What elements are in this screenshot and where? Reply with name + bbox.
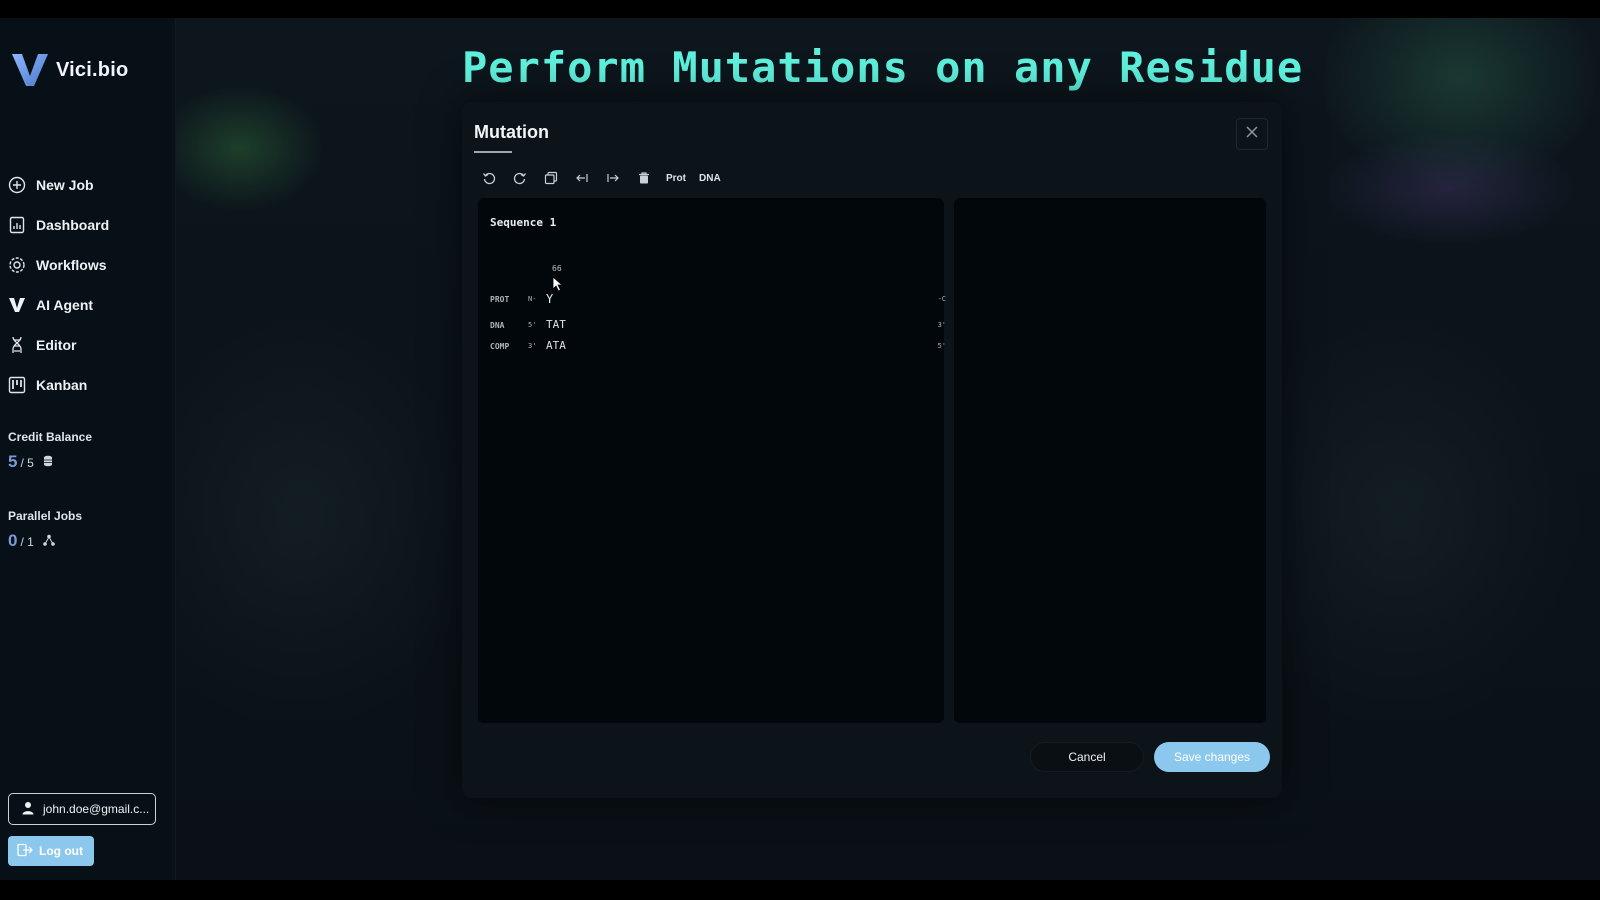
- prot-toggle[interactable]: Prot: [666, 173, 686, 184]
- logout-icon: [17, 843, 33, 860]
- sidebar: Vici.bio New Job Dashboard Workflows AI …: [0, 18, 176, 880]
- insert-right-icon[interactable]: [604, 169, 622, 187]
- sidebar-item-new-job[interactable]: New Job: [8, 165, 109, 205]
- detail-panel: [954, 198, 1266, 723]
- sidebar-item-workflows[interactable]: Workflows: [8, 245, 109, 285]
- sidebar-item-kanban[interactable]: Kanban: [8, 365, 109, 405]
- brand-name: Vici.bio: [56, 58, 129, 81]
- sidebar-item-label: Kanban: [36, 377, 88, 393]
- kanban-board-icon: [8, 376, 26, 394]
- comp-row: COMP 3' ATA 5': [490, 339, 946, 353]
- v-agent-icon: [8, 296, 26, 314]
- credit-total: / 5: [20, 456, 34, 470]
- credit-balance: Credit Balance 5 / 5: [8, 430, 92, 472]
- dna-row: DNA 5' TAT 3': [490, 318, 946, 332]
- row-end: 5': [937, 342, 946, 350]
- dna-toggle[interactable]: DNA: [699, 173, 721, 184]
- brand[interactable]: Vici.bio: [10, 52, 128, 88]
- sidebar-item-label: Workflows: [36, 257, 107, 273]
- v-logo-icon: [10, 52, 50, 88]
- page-headline: Perform Mutations on any Residue: [462, 43, 1304, 92]
- sequence-viewer[interactable]: Sequence 1 66 PROT N- Y -C DNA 5' TAT 3'…: [478, 198, 946, 723]
- redo-icon[interactable]: [511, 169, 529, 187]
- title-underline: [474, 151, 512, 153]
- parallel-value: 0: [8, 531, 18, 550]
- parallel-jobs-label: Parallel Jobs: [8, 509, 83, 523]
- residue-position: 66: [552, 264, 562, 273]
- dna-helix-icon: [8, 336, 26, 354]
- sequence-title: Sequence 1: [490, 216, 557, 229]
- copy-icon[interactable]: [542, 169, 560, 187]
- user-icon: [21, 801, 35, 818]
- codon-cell[interactable]: TAT: [546, 318, 566, 331]
- row-label: COMP: [490, 342, 510, 351]
- sidebar-item-label: Editor: [36, 337, 77, 353]
- row-end: 3': [937, 321, 946, 329]
- network-icon: [43, 534, 55, 549]
- trash-icon[interactable]: [635, 169, 653, 187]
- sidebar-nav: New Job Dashboard Workflows AI Agent Edi…: [8, 165, 109, 405]
- mouse-cursor-icon: [552, 276, 564, 297]
- cancel-button[interactable]: Cancel: [1030, 742, 1144, 772]
- user-account-button[interactable]: john.doe@gmail.c...: [8, 793, 156, 825]
- coin-stack-icon: [43, 455, 53, 470]
- row-start: 3': [528, 342, 537, 350]
- parallel-jobs: Parallel Jobs 0 / 1: [8, 509, 82, 551]
- chart-doc-icon: [8, 216, 26, 234]
- save-changes-button[interactable]: Save changes: [1154, 742, 1270, 772]
- close-button[interactable]: [1236, 118, 1268, 150]
- sidebar-item-label: Dashboard: [36, 217, 110, 233]
- sidebar-item-label: New Job: [36, 177, 94, 193]
- codon-cell[interactable]: ATA: [546, 339, 566, 352]
- sidebar-item-ai-agent[interactable]: AI Agent: [8, 285, 109, 325]
- plus-circle-icon: [8, 176, 26, 194]
- credit-balance-label: Credit Balance: [8, 430, 93, 444]
- app-window: Vici.bio New Job Dashboard Workflows AI …: [0, 18, 1600, 880]
- sidebar-item-label: AI Agent: [36, 297, 94, 313]
- close-icon: [1245, 125, 1259, 144]
- row-end: -C: [937, 295, 946, 303]
- sidebar-item-editor[interactable]: Editor: [8, 325, 109, 365]
- row-start: 5': [528, 321, 537, 329]
- editor-toolbar: Prot DNA: [480, 168, 721, 188]
- credit-value: 5: [8, 452, 18, 471]
- logout-button[interactable]: Log out: [8, 836, 94, 866]
- row-start: N-: [528, 295, 537, 303]
- row-label: PROT: [490, 295, 510, 304]
- insert-left-icon[interactable]: [573, 169, 591, 187]
- undo-icon[interactable]: [480, 169, 498, 187]
- row-label: DNA: [490, 321, 505, 330]
- workflow-gear-icon: [8, 256, 26, 274]
- parallel-jobs-value: 0 / 1: [8, 531, 82, 551]
- logout-label: Log out: [39, 844, 83, 858]
- dialog-title: Mutation: [474, 122, 549, 142]
- mutation-dialog: Mutation Prot DNA Sequence 1 66 PROT N- …: [462, 102, 1282, 798]
- parallel-total: / 1: [20, 535, 34, 549]
- sidebar-item-dashboard[interactable]: Dashboard: [8, 205, 109, 245]
- user-email: john.doe@gmail.c...: [43, 802, 150, 816]
- credit-balance-value: 5 / 5: [8, 452, 92, 472]
